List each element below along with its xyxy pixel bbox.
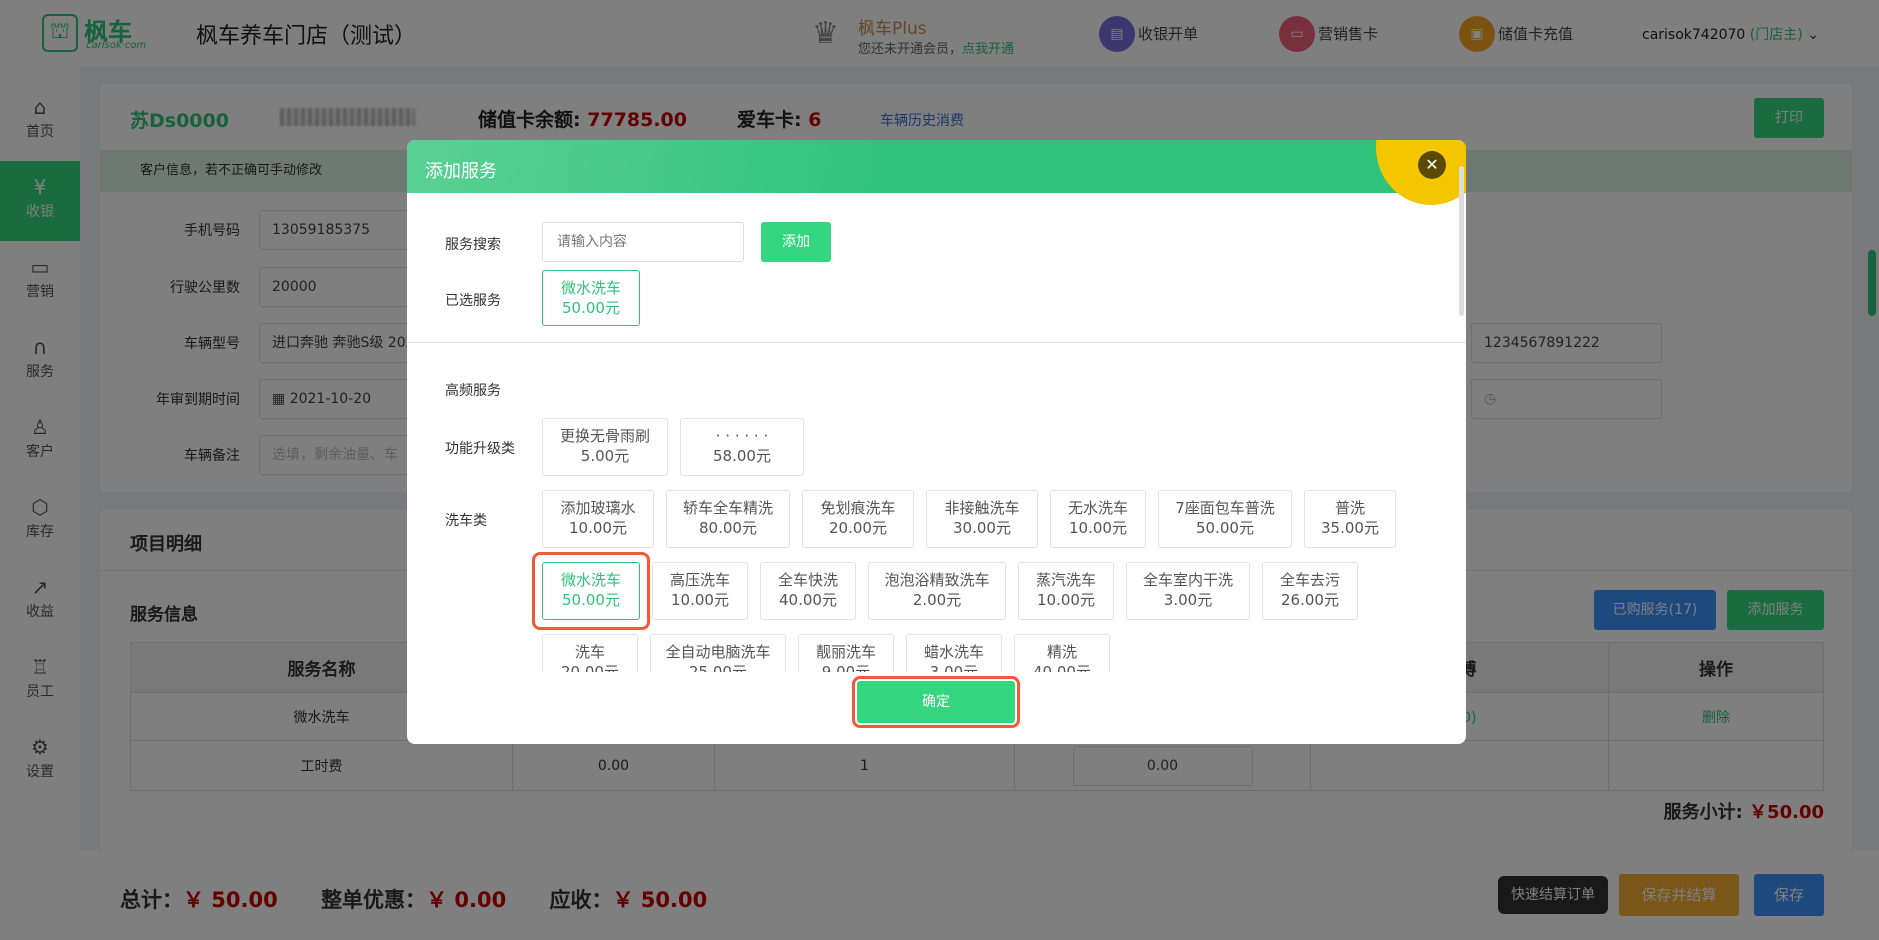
add-service-modal: 添加服务 ✕ 服务搜索 添加 已选服务 微水洗车50.00元 高频服务 功能升级… bbox=[407, 140, 1466, 744]
chip-name: 全车室内干洗 bbox=[1142, 571, 1233, 589]
service-chip[interactable]: 免划痕洗车 20.00元 bbox=[802, 490, 914, 548]
chip-name: 蜡水洗车 bbox=[923, 643, 984, 661]
service-chip[interactable]: 靓丽洗车 9.00元 bbox=[798, 634, 894, 672]
chip-price: 40.00元 bbox=[1033, 663, 1091, 672]
chip-name: 添加玻璃水 bbox=[560, 499, 636, 517]
selected-chip-highlight bbox=[532, 552, 650, 630]
chip-name: 蒸汽洗车 bbox=[1035, 571, 1096, 589]
chip-price: 10.00元 bbox=[671, 591, 729, 609]
chip-price: 80.00元 bbox=[699, 519, 757, 537]
chip-name: 靓丽洗车 bbox=[815, 643, 876, 661]
chip-name: 全自动电脑洗车 bbox=[665, 643, 771, 661]
chip-price: 3.00元 bbox=[929, 663, 979, 672]
chip-price: 58.00元 bbox=[713, 447, 771, 465]
service-chip[interactable]: 添加玻璃水 10.00元 bbox=[542, 490, 654, 548]
chip-price: 20.00元 bbox=[561, 663, 619, 672]
chip-price: 35.00元 bbox=[1321, 519, 1379, 537]
service-chip[interactable]: 精洗 40.00元 bbox=[1014, 634, 1110, 672]
chip-name: 免划痕洗车 bbox=[820, 499, 896, 517]
chip-price: 3.00元 bbox=[1163, 591, 1213, 609]
service-chip-area: 更换无骨雨刷 5.00元 · · · · · · 58.00元添加玻璃水 10.00元 轿… bbox=[407, 140, 1466, 672]
service-chip[interactable]: 普洗 35.00元 bbox=[1304, 490, 1396, 548]
chip-price: 2.00元 bbox=[912, 591, 962, 609]
service-chip[interactable]: 更换无骨雨刷 5.00元 bbox=[542, 418, 668, 476]
chip-name: · · · · · · bbox=[715, 427, 769, 445]
service-chip[interactable]: 高压洗车 10.00元 bbox=[652, 562, 748, 620]
chip-price: 26.00元 bbox=[1281, 591, 1339, 609]
chip-name: 洗车 bbox=[574, 643, 605, 661]
chip-name: 精洗 bbox=[1046, 643, 1077, 661]
chip-price: 10.00元 bbox=[1037, 591, 1095, 609]
chip-price: 5.00元 bbox=[580, 447, 630, 465]
chip-name: 全车快洗 bbox=[777, 571, 838, 589]
chip-name: 非接触洗车 bbox=[944, 499, 1020, 517]
chip-name: 全车去污 bbox=[1279, 571, 1340, 589]
confirm-button[interactable]: 确定 bbox=[857, 681, 1015, 723]
service-chip[interactable]: 泡泡浴精致洗车 2.00元 bbox=[868, 562, 1006, 620]
service-chip[interactable]: 蒸汽洗车 10.00元 bbox=[1018, 562, 1114, 620]
chip-name: 高压洗车 bbox=[669, 571, 730, 589]
service-chip[interactable]: 无水洗车 10.00元 bbox=[1050, 490, 1146, 548]
chip-price: 10.00元 bbox=[1069, 519, 1127, 537]
service-chip[interactable]: 非接触洗车 30.00元 bbox=[926, 490, 1038, 548]
service-chip[interactable]: 全自动电脑洗车 25.00元 bbox=[650, 634, 786, 672]
chip-name: 7座面包车普洗 bbox=[1175, 499, 1275, 517]
service-chip[interactable]: · · · · · · 58.00元 bbox=[680, 418, 804, 476]
chip-price: 25.00元 bbox=[689, 663, 747, 672]
chip-name: 泡泡浴精致洗车 bbox=[884, 571, 990, 589]
service-chip[interactable]: 洗车 20.00元 bbox=[542, 634, 638, 672]
chip-price: 40.00元 bbox=[779, 591, 837, 609]
chip-price: 50.00元 bbox=[1196, 519, 1254, 537]
chip-price: 10.00元 bbox=[569, 519, 627, 537]
service-chip[interactable]: 全车室内干洗 3.00元 bbox=[1126, 562, 1250, 620]
service-chip[interactable]: 7座面包车普洗 50.00元 bbox=[1158, 490, 1292, 548]
chip-name: 普洗 bbox=[1334, 499, 1365, 517]
service-chip[interactable]: 全车快洗 40.00元 bbox=[760, 562, 856, 620]
chip-price: 9.00元 bbox=[821, 663, 871, 672]
service-chip[interactable]: 全车去污 26.00元 bbox=[1262, 562, 1358, 620]
service-chip[interactable]: 蜡水洗车 3.00元 bbox=[906, 634, 1002, 672]
chip-name: 无水洗车 bbox=[1067, 499, 1128, 517]
chip-name: 轿车全车精洗 bbox=[682, 499, 773, 517]
chip-price: 20.00元 bbox=[829, 519, 887, 537]
chip-name: 更换无骨雨刷 bbox=[559, 427, 650, 445]
service-chip[interactable]: 轿车全车精洗 80.00元 bbox=[666, 490, 790, 548]
chip-price: 30.00元 bbox=[953, 519, 1011, 537]
